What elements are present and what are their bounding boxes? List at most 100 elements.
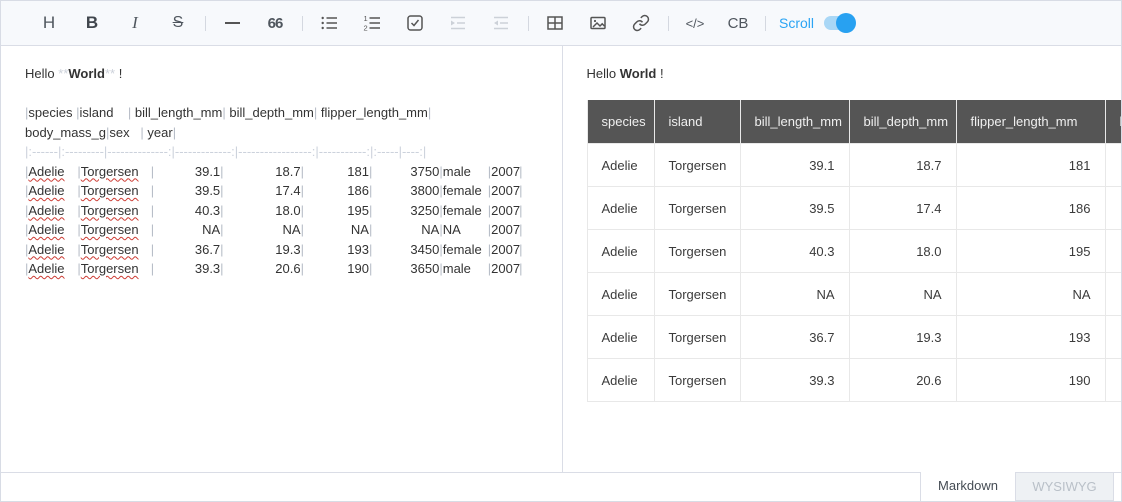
- svg-text:2: 2: [364, 24, 368, 33]
- preview-cell: NA: [849, 273, 956, 316]
- preview-cell: Torgersen: [654, 316, 740, 359]
- scroll-sync-control: Scroll: [779, 15, 854, 31]
- table-button[interactable]: [539, 7, 571, 39]
- inline-code-button[interactable]: </>: [679, 7, 711, 39]
- strikethrough-button[interactable]: S: [162, 7, 194, 39]
- preview-cell: NA: [740, 273, 849, 316]
- strikethrough-icon: S: [173, 14, 184, 32]
- preview-cell: Adelie: [587, 316, 654, 359]
- svg-text:1: 1: [364, 14, 368, 23]
- preview-cell: Adelie: [587, 144, 654, 187]
- link-icon: [632, 14, 650, 32]
- preview-cell: 3450: [1105, 316, 1121, 359]
- preview-cell: 3750: [1105, 144, 1121, 187]
- heading-button[interactable]: H: [33, 7, 65, 39]
- preview-cell: Adelie: [587, 230, 654, 273]
- markdown-source-pane[interactable]: Hello **World** ! |species |island | bil…: [1, 46, 563, 472]
- md-table-row: |Adelie|Torgersen|36.7|19.3|193|3450|fem…: [25, 240, 552, 260]
- toolbar-divider: [302, 16, 303, 31]
- column-header: island: [654, 100, 740, 144]
- preview-cell: Torgersen: [654, 359, 740, 402]
- outdent-button[interactable]: [485, 7, 517, 39]
- scroll-label: Scroll: [779, 15, 814, 31]
- table-row: AdelieTorgersen39.320.61903650: [587, 359, 1121, 402]
- editor-main: Hello **World** ! |species |island | bil…: [1, 46, 1121, 472]
- table-row: AdelieTorgersen39.118.71813750: [587, 144, 1121, 187]
- bold-marker: **: [58, 66, 68, 81]
- md-table-header-line2: body_mass_g|sex | year|: [25, 123, 552, 143]
- scroll-toggle-knob: [836, 13, 856, 33]
- markdown-editor: H B I S 66 1 2: [0, 0, 1122, 502]
- preview-cell: 3250: [1105, 230, 1121, 273]
- md-table-row: |Adelie|Torgersen|40.3|18.0|195|3250|fem…: [25, 201, 552, 221]
- column-header: species: [587, 100, 654, 144]
- preview-cell: 39.1: [740, 144, 849, 187]
- link-button[interactable]: [625, 7, 657, 39]
- md-table-header-line1: |species |island | bill_length_mm| bill_…: [25, 103, 552, 123]
- preview-cell: Torgersen: [654, 273, 740, 316]
- horizontal-rule-icon: [225, 22, 240, 24]
- md-table-row: |Adelie|Torgersen|NA|NA|NA|NA|NA|2007|: [25, 220, 552, 240]
- table-row: AdelieTorgersen40.318.01953250: [587, 230, 1121, 273]
- horizontal-rule-button[interactable]: [216, 7, 248, 39]
- code-block-icon: CB: [728, 15, 749, 32]
- unordered-list-button[interactable]: [313, 7, 345, 39]
- preview-cell: NA: [956, 273, 1105, 316]
- italic-button[interactable]: I: [119, 7, 151, 39]
- preview-cell: Adelie: [587, 273, 654, 316]
- preview-cell: 3650: [1105, 359, 1121, 402]
- mode-switch-bar: Markdown WYSIWYG: [1, 472, 1121, 501]
- md-table-row: |Adelie|Torgersen|39.5|17.4|186|3800|fem…: [25, 181, 552, 201]
- italic-icon: I: [132, 13, 138, 33]
- md-table-rows: |Adelie|Torgersen|39.1|18.7|181|3750|mal…: [25, 162, 552, 279]
- toolbar-divider: [205, 16, 206, 31]
- ordered-list-button[interactable]: 1 2: [356, 7, 388, 39]
- preview-table: speciesislandbill_length_mmbill_depth_mm…: [587, 100, 1122, 403]
- preview-cell: 36.7: [740, 316, 849, 359]
- preview-cell: 39.3: [740, 359, 849, 402]
- preview-cell: Torgersen: [654, 230, 740, 273]
- tab-wysiwyg[interactable]: WYSIWYG: [1016, 472, 1114, 501]
- ordered-list-icon: 1 2: [363, 14, 381, 32]
- preview-cell: NA: [1105, 273, 1121, 316]
- preview-cell: 40.3: [740, 230, 849, 273]
- column-header: body_mass_g: [1105, 100, 1121, 144]
- bold-marker: **: [105, 66, 115, 81]
- table-row: AdelieTorgersen39.517.41863800: [587, 187, 1121, 230]
- md-table-row: |Adelie|Torgersen|39.1|18.7|181|3750|mal…: [25, 162, 552, 182]
- md-blank-line: [25, 84, 552, 104]
- md-line-hello: Hello **World** !: [25, 64, 552, 84]
- indent-icon: [449, 14, 467, 32]
- preview-cell: 193: [956, 316, 1105, 359]
- blockquote-icon: 66: [268, 15, 283, 32]
- code-block-button[interactable]: CB: [722, 7, 754, 39]
- task-list-button[interactable]: [399, 7, 431, 39]
- column-header: bill_length_mm: [740, 100, 849, 144]
- image-icon: [589, 14, 607, 32]
- toolbar-divider: [668, 16, 669, 31]
- md-table-row: |Adelie|Torgersen|39.3|20.6|190|3650|mal…: [25, 259, 552, 279]
- preview-pane: Hello World ! speciesislandbill_length_m…: [563, 46, 1122, 472]
- blockquote-button[interactable]: 66: [259, 7, 291, 39]
- preview-cell: Torgersen: [654, 187, 740, 230]
- preview-cell: Adelie: [587, 359, 654, 402]
- task-list-icon: [406, 14, 424, 32]
- bold-icon: B: [86, 13, 98, 33]
- preview-cell: Adelie: [587, 187, 654, 230]
- heading-icon: H: [43, 13, 55, 33]
- preview-cell: 181: [956, 144, 1105, 187]
- indent-button[interactable]: [442, 7, 474, 39]
- scroll-toggle[interactable]: [824, 16, 854, 30]
- preview-cell: 18.7: [849, 144, 956, 187]
- preview-cell: 17.4: [849, 187, 956, 230]
- column-header: flipper_length_mm: [956, 100, 1105, 144]
- preview-hello-line: Hello World !: [587, 64, 1122, 84]
- toolbar-divider: [528, 16, 529, 31]
- image-button[interactable]: [582, 7, 614, 39]
- bold-button[interactable]: B: [76, 7, 108, 39]
- table-row: AdelieTorgersen36.719.31933450: [587, 316, 1121, 359]
- tab-markdown[interactable]: Markdown: [920, 472, 1016, 501]
- preview-table-header-row: speciesislandbill_length_mmbill_depth_mm…: [587, 100, 1121, 144]
- preview-cell: 19.3: [849, 316, 956, 359]
- md-table-separator: |:------|:---------|--------------:|----…: [25, 142, 552, 162]
